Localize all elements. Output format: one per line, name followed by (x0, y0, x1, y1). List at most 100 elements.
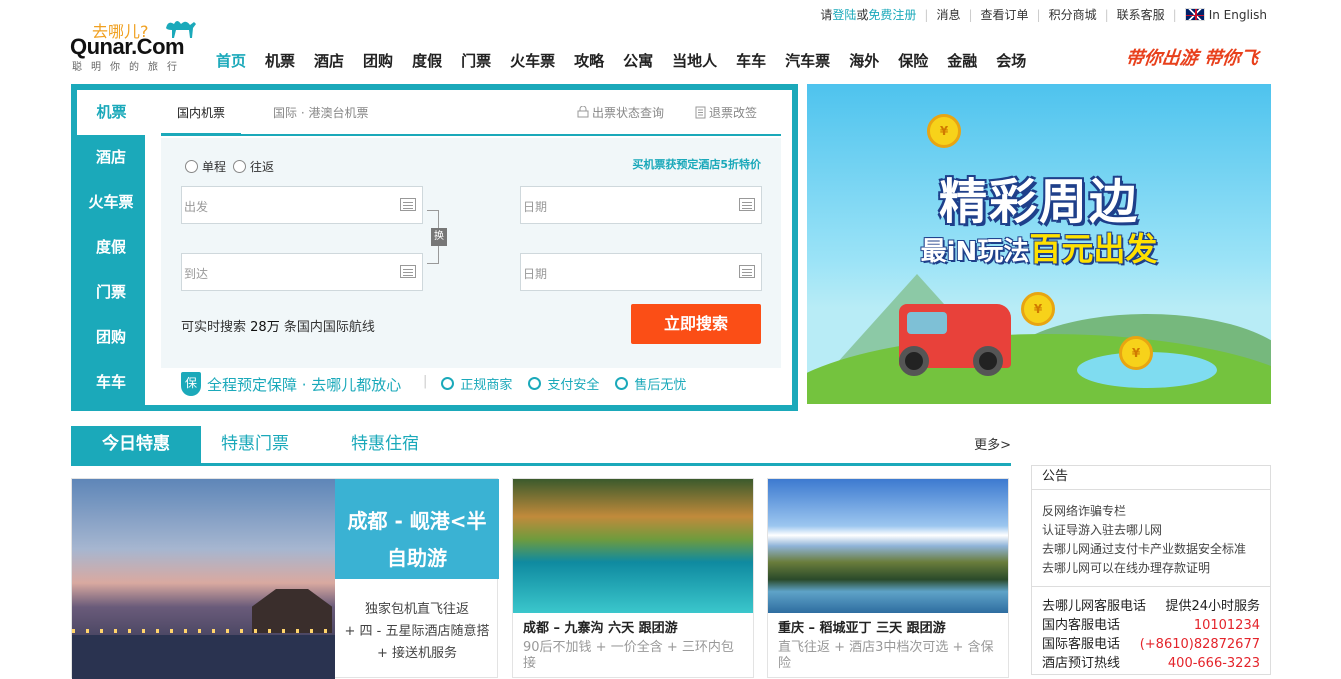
count-value: 28万 (250, 320, 280, 335)
notice-item[interactable]: 认证导游入驻去哪儿网 (1042, 521, 1270, 540)
shield-icon: 保 (181, 372, 201, 396)
villa-illustration (252, 589, 332, 633)
search-button[interactable]: 立即搜索 (631, 304, 761, 344)
nav-item-apartments[interactable]: 公寓 (623, 50, 653, 71)
guarantee-link[interactable]: 保 全程预定保障 · 去哪儿都放心 (181, 372, 401, 396)
divider: | (924, 7, 929, 22)
more-link[interactable]: 更多> (974, 434, 1011, 453)
promo-banner[interactable]: ¥ ¥ ¥ 精彩周边 最iN玩法百元出发 (807, 84, 1271, 404)
sidetab-hotels[interactable]: 酒店 (77, 135, 145, 180)
depart-date-field[interactable]: 日期 (520, 186, 762, 224)
oneway-radio[interactable]: 单程 (185, 158, 226, 175)
refund-link[interactable]: 退票改签 (695, 90, 757, 136)
english-link[interactable]: In English (1209, 8, 1267, 22)
orders-link[interactable]: 查看订单 (981, 6, 1029, 23)
notice-item[interactable]: 反网络诈骗专栏 (1042, 502, 1270, 521)
nav-item-home[interactable]: 首页 (216, 50, 246, 71)
qunar-logo[interactable]: 去哪儿? Qunar.Com 聪明你的旅行 (70, 16, 202, 73)
ticket-status-link[interactable]: 出票状态查询 (577, 90, 664, 136)
hotline-value: 10101234 (1193, 618, 1260, 633)
sidetab-cars[interactable]: 车车 (77, 360, 145, 405)
top-utility-bar: 请 登陆 或 免费注册 | 消息 | 查看订单 | 积分商城 | 联系客服 | … (820, 6, 1267, 23)
login-link[interactable]: 登陆 (832, 6, 856, 23)
city-list-icon[interactable] (400, 198, 416, 211)
deal-card-jiuzhaigou[interactable]: 成都 – 九寨沟 六天 跟团游 90后不加钱 + 一价全含 + 三环内包接 (512, 478, 754, 678)
logo-tagline: 聪明你的旅行 (72, 62, 186, 73)
sidetab-groupbuy[interactable]: 团购 (77, 315, 145, 360)
depart-placeholder: 出发 (184, 200, 209, 214)
divider: | (423, 374, 428, 389)
hotline-label: 国际客服电话 (1042, 637, 1121, 652)
divider: | (1172, 7, 1177, 22)
slogan-banner[interactable]: 带你出游 带你飞 (1125, 44, 1260, 70)
search-sidetabs: 机票 酒店 火车票 度假 门票 团购 车车 (77, 90, 146, 405)
nav-item-locals[interactable]: 当地人 (672, 50, 717, 71)
badge-safe-payment[interactable]: 支付安全 (528, 374, 599, 393)
nav-item-groupbuy[interactable]: 团购 (363, 50, 393, 71)
tab-stay-deals[interactable]: 特惠住宿 (351, 426, 419, 463)
nav-item-vacation[interactable]: 度假 (412, 50, 442, 71)
featured-title-line2: 自助游 (387, 546, 447, 570)
points-mall-link[interactable]: 积分商城 (1049, 6, 1097, 23)
nav-item-tickets[interactable]: 门票 (461, 50, 491, 71)
logo-en-text: Qunar.Com (70, 34, 185, 59)
arrive-city-field[interactable]: 到达 (181, 253, 423, 291)
promo-link[interactable]: 买机票获预定酒店5折特价 (632, 156, 761, 172)
main-nav: 首页 机票 酒店 团购 度假 门票 火车票 攻略 公寓 当地人 车车 汽车票 海… (216, 50, 1045, 71)
return-date-field[interactable]: 日期 (520, 253, 762, 291)
deal-card-title: 重庆 – 稻城亚丁 三天 跟团游 (778, 621, 946, 636)
sidetab-tickets[interactable]: 门票 (77, 270, 145, 315)
badge-after-sales[interactable]: 售后无忧 (615, 374, 686, 393)
nav-item-finance[interactable]: 金融 (947, 50, 977, 71)
nav-item-overseas[interactable]: 海外 (849, 50, 879, 71)
messages-link[interactable]: 消息 (936, 6, 960, 23)
city-list-icon[interactable] (400, 265, 416, 278)
nav-item-bus[interactable]: 汽车票 (785, 50, 830, 71)
nav-item-flights[interactable]: 机票 (265, 50, 295, 71)
badge-legit-merchant[interactable]: 正规商家 (441, 374, 512, 393)
refund-label: 退票改签 (709, 106, 758, 120)
notice-item[interactable]: 去哪儿网通过支付卡产业数据安全标准 (1042, 540, 1270, 559)
lock-icon (577, 105, 589, 118)
date2-placeholder: 日期 (523, 267, 548, 281)
nav-item-venue[interactable]: 会场 (996, 50, 1026, 71)
notice-item[interactable]: 去哪儿网可以在线办理存款证明 (1042, 559, 1270, 578)
route-count: 可实时搜索 28万 条国内国际航线 (181, 316, 375, 335)
flight-search-panel: 国内机票 国际 · 港澳台机票 出票状态查询 退票改签 单程 往返 买机票获预定… (161, 90, 781, 396)
depart-city-field[interactable]: 出发 (181, 186, 423, 224)
calendar-icon[interactable] (739, 265, 755, 278)
hotline-value: (+8610)82872677 (1139, 637, 1260, 652)
tab-international-flights[interactable]: 国际 · 港澳台机票 (273, 90, 368, 136)
calendar-icon[interactable] (739, 198, 755, 211)
banner-subtitle: 最iN玩法百元出发 (807, 224, 1271, 270)
danang-resort-image (72, 479, 335, 679)
tab-today-deals[interactable]: 今日特惠 (71, 426, 201, 463)
date1-placeholder: 日期 (523, 200, 548, 214)
nav-item-hotels[interactable]: 酒店 (314, 50, 344, 71)
roundtrip-radio[interactable]: 往返 (233, 158, 274, 175)
sidetab-vacation[interactable]: 度假 (77, 225, 145, 270)
sidetab-train[interactable]: 火车票 (77, 180, 145, 225)
water-illustration (72, 635, 335, 679)
notice-title: 公告 (1032, 466, 1270, 490)
featured-deal-card[interactable]: 成都 - 岘港<半 自助游 独家包机直飞往返 + 四 - 五星际酒店随意搭 + … (71, 478, 499, 679)
swap-button[interactable]: 换 (431, 228, 447, 246)
hotline-label: 去哪儿网客服电话 (1042, 599, 1147, 614)
deal-card-desc: 90后不加钱 + 一价全含 + 三环内包接 (523, 640, 734, 671)
hotline-label: 国内客服电话 (1042, 618, 1121, 633)
tab-ticket-deals[interactable]: 特惠门票 (221, 426, 289, 463)
greeting-text: 请 (820, 8, 833, 22)
banner-title: 精彩周边 (938, 174, 1139, 230)
sidetab-flights[interactable]: 机票 (77, 90, 146, 135)
nav-item-guides[interactable]: 攻略 (574, 50, 604, 71)
nav-item-insurance[interactable]: 保险 (898, 50, 928, 71)
register-link[interactable]: 免费注册 (868, 6, 916, 23)
radio-circle-icon (233, 160, 246, 173)
nav-item-cars[interactable]: 车车 (736, 50, 766, 71)
nav-item-train[interactable]: 火车票 (510, 50, 555, 71)
featured-deal-title: 成都 - 岘港<半 自助游 (335, 479, 499, 579)
featured-title-line1: 成都 - 岘港<半 (347, 509, 487, 533)
deal-card-daocheng[interactable]: 重庆 – 稻城亚丁 三天 跟团游 直飞往返 + 酒店3中档次可选 + 含保险 (767, 478, 1009, 678)
tab-domestic-flights[interactable]: 国内机票 (161, 90, 241, 136)
support-link[interactable]: 联系客服 (1117, 6, 1165, 23)
